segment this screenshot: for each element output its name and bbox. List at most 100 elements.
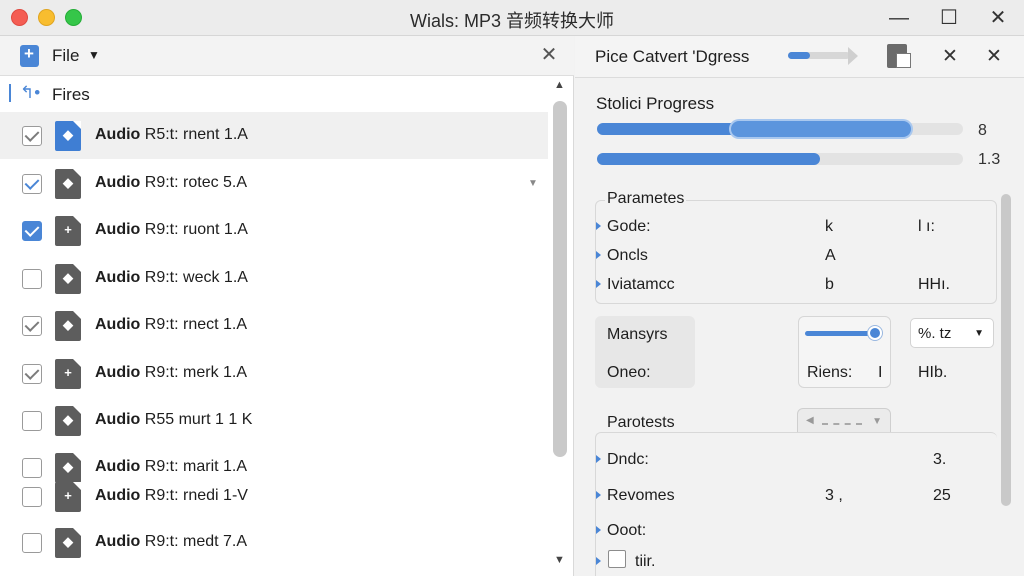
- parotest-label: Dndc:: [607, 451, 649, 468]
- tree-root-label: Fires: [52, 85, 90, 104]
- progress-bar-2: [597, 153, 963, 165]
- parameter-value-2: l ı:: [918, 218, 935, 235]
- branch-icon: ↰•: [20, 83, 41, 102]
- progress-panel-title: Pice Catvert 'Dgress: [595, 47, 750, 66]
- close-panel-button[interactable]: ✕: [537, 42, 561, 67]
- item-checkbox[interactable]: [22, 269, 42, 289]
- tree-root[interactable]: ↰• Fires: [0, 77, 560, 111]
- stepper-right-icon: ▼: [872, 416, 882, 427]
- parotest-row[interactable]: Ooot:: [575, 520, 995, 546]
- file-menu-label[interactable]: File: [52, 46, 79, 66]
- file-add-icon[interactable]: [20, 44, 39, 67]
- list-item[interactable]: + Audio R9:t: rnedi 1-V: [0, 473, 548, 520]
- parameters-title: Parametes: [605, 190, 687, 208]
- parotest-label: Ooot:: [607, 522, 647, 539]
- list-item[interactable]: ◆ Audio R9:t: medt 7.A: [0, 519, 548, 566]
- item-label: Audio R9:t: rnect 1.A: [95, 316, 248, 333]
- scrollbar-thumb[interactable]: [553, 101, 567, 457]
- audio-file-icon: +: [55, 482, 81, 512]
- expand-icon[interactable]: [596, 491, 601, 499]
- list-item[interactable]: ◆ Audio R9:t: rotec 5.A ▼: [0, 160, 548, 207]
- file-panel-header: File ▼ ✕: [0, 36, 574, 76]
- tiir-checkbox[interactable]: [608, 550, 626, 568]
- list-item[interactable]: ◆ Audio R9:t: weck 1.A: [0, 255, 548, 302]
- parotest-label: Revomes: [607, 487, 675, 504]
- expand-icon[interactable]: [596, 557, 601, 565]
- convert-progress-panel: Pice Catvert 'Dgress ✕ ✕ Stolici Progres…: [575, 36, 1024, 576]
- audio-file-icon: +: [55, 216, 81, 246]
- list-item[interactable]: ◆ Audio R55 murt 1 1 K: [0, 397, 548, 444]
- item-checkbox[interactable]: [22, 174, 42, 194]
- window-title: Wials: MP3 音频转换大师: [409, 11, 614, 31]
- item-label: Audio R5:t: rnent 1.A: [95, 126, 248, 143]
- title-bar: Wials: MP3 音频转换大师 — ☐ ✕: [0, 0, 1024, 36]
- file-panel: File ▼ ✕ ↰• Fires ◆ Audio R5:t: rnent 1.A…: [0, 36, 574, 576]
- item-label: Audio R55 murt 1 1 K: [95, 411, 253, 428]
- progress-value-1: 8: [978, 122, 987, 139]
- audio-file-icon: ◆: [55, 121, 81, 151]
- parotest-label: tiir.: [635, 553, 656, 570]
- scroll-up-arrow-icon[interactable]: ▲: [554, 79, 565, 91]
- hlb-value: HIb.: [918, 364, 948, 381]
- parameter-value: k: [825, 218, 833, 235]
- slider-handle[interactable]: [868, 326, 882, 340]
- file-list-scrollbar[interactable]: ▲ ▼: [550, 79, 570, 569]
- list-item[interactable]: ◆ Audio R5:t: rnent 1.A: [0, 112, 548, 159]
- parameter-label: Oncls: [607, 247, 648, 264]
- parotests-title: Parotests: [605, 414, 677, 432]
- item-label: Audio R9:t: merk 1.A: [95, 364, 248, 381]
- parameter-row[interactable]: Iviatamcc b HHı.: [575, 274, 995, 300]
- progress-bar-1: [597, 121, 963, 137]
- mansyrs-label: Mansyrs: [607, 326, 668, 343]
- panel-close-button-2[interactable]: ✕: [981, 44, 1007, 70]
- minimize-button[interactable]: —: [884, 4, 914, 32]
- tree-indicator: [9, 84, 11, 102]
- parotest-row[interactable]: Dndc: 3.: [575, 449, 995, 475]
- parotest-value-2: 3.: [933, 451, 947, 468]
- audio-file-icon: ◆: [55, 169, 81, 199]
- panel-close-button-1[interactable]: ✕: [937, 44, 963, 70]
- item-checkbox[interactable]: [22, 487, 42, 507]
- expand-icon[interactable]: [596, 455, 601, 463]
- audio-file-icon: ◆: [55, 406, 81, 436]
- parameter-value: b: [825, 276, 834, 293]
- list-item[interactable]: + Audio R9:t: merk 1.A: [0, 350, 548, 397]
- parotest-value-2: 25: [933, 487, 951, 504]
- oneo-label: Oneo:: [607, 364, 651, 381]
- audio-file-icon: ◆: [55, 528, 81, 558]
- parotest-row[interactable]: Revomes 3 , 25: [575, 485, 995, 511]
- maximize-button[interactable]: ☐: [934, 4, 964, 32]
- list-item[interactable]: + Audio R9:t: ruont 1.A: [0, 207, 548, 254]
- expand-icon[interactable]: [596, 251, 601, 259]
- expand-icon[interactable]: [596, 222, 601, 230]
- riens-input[interactable]: I: [878, 364, 882, 382]
- item-checkbox[interactable]: [22, 221, 42, 241]
- progress-panel-header: Pice Catvert 'Dgress ✕ ✕: [575, 36, 1024, 78]
- item-checkbox[interactable]: [22, 316, 42, 336]
- item-checkbox[interactable]: [22, 364, 42, 384]
- chevron-down-icon[interactable]: ▼: [88, 48, 100, 62]
- item-checkbox[interactable]: [22, 411, 42, 431]
- item-checkbox[interactable]: [22, 533, 42, 553]
- item-label: Audio R9:t: rotec 5.A: [95, 174, 248, 191]
- parameter-value: A: [825, 247, 836, 264]
- list-item[interactable]: ◆ Audio R9:t: rnect 1.A: [0, 302, 548, 349]
- parameter-row[interactable]: Gode: k l ı:: [575, 216, 995, 242]
- parameter-label: Gode:: [607, 218, 651, 235]
- tz-select[interactable]: %. tz ▼: [910, 318, 994, 348]
- parameter-label: Iviatamcc: [607, 276, 675, 293]
- item-label: Audio R9:t: medt 7.A: [95, 533, 248, 550]
- expand-icon[interactable]: [596, 280, 601, 288]
- progress-value-2: 1.3: [978, 151, 1001, 168]
- chevron-down-icon: ▼: [974, 328, 984, 339]
- expand-icon[interactable]: [596, 526, 601, 534]
- parameter-row[interactable]: Oncls A: [575, 245, 995, 271]
- item-checkbox[interactable]: [22, 126, 42, 146]
- parotest-row[interactable]: tiir.: [575, 551, 995, 576]
- chevron-down-icon[interactable]: ▼: [528, 178, 538, 189]
- right-scrollbar[interactable]: [999, 194, 1013, 506]
- scroll-down-arrow-icon[interactable]: ▼: [554, 554, 565, 566]
- right-scrollbar-thumb[interactable]: [1001, 194, 1011, 506]
- close-button[interactable]: ✕: [983, 4, 1013, 32]
- document-icon[interactable]: [887, 44, 911, 68]
